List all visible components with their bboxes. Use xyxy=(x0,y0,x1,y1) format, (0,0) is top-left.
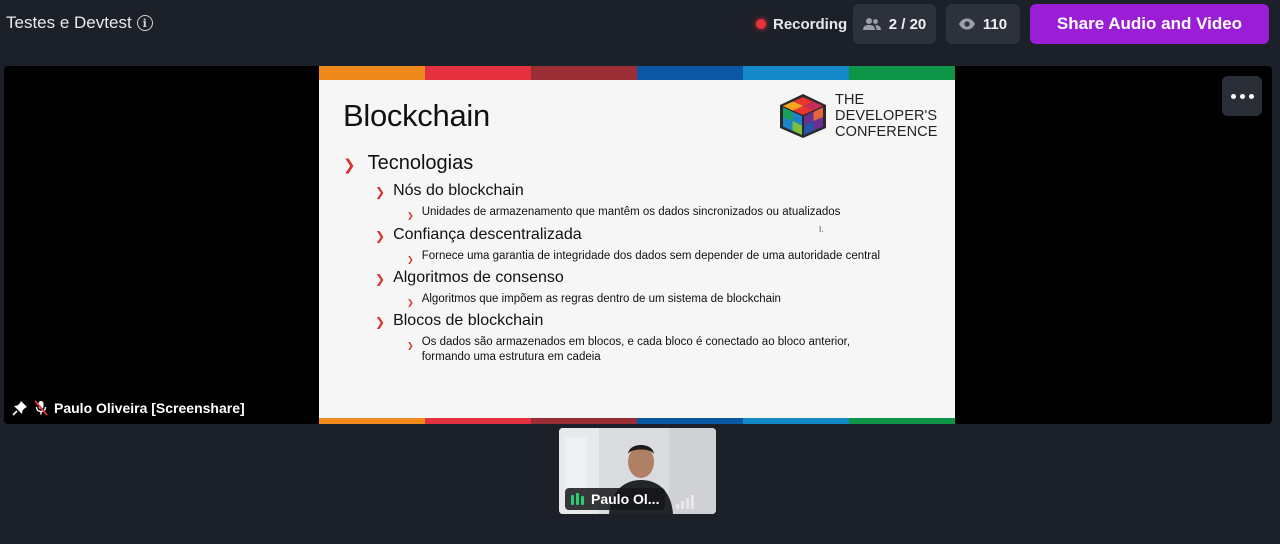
slide-bottom-stripe xyxy=(319,418,955,424)
bullet-text: Tecnologias xyxy=(367,152,474,174)
slide-top-stripe xyxy=(319,66,955,80)
meeting-title-text: Testes e Devtest xyxy=(6,13,132,32)
info-icon[interactable]: i xyxy=(136,15,153,31)
bullet-level-3: ❯ Algoritmos que impõem as regras dentro… xyxy=(407,292,927,310)
presentation-slide: Blockchain THE DEVELOPER'S CONFERENCE ❯ … xyxy=(319,66,955,424)
bullet-arrow-icon: ❯ xyxy=(375,229,386,243)
meeting-title: Testes e Devtest i xyxy=(6,13,153,33)
recording-label: Recording xyxy=(773,15,848,33)
signal-bar xyxy=(676,504,679,509)
bullet-arrow-icon: ❯ xyxy=(375,272,386,286)
bullet-level-1: ❯ Tecnologias xyxy=(343,152,473,175)
bullet-arrow-icon: ❯ xyxy=(375,315,386,329)
conference-logo: THE DEVELOPER'S CONFERENCE xyxy=(777,92,947,140)
mouse-cursor-icon: I. xyxy=(819,225,824,234)
people-icon xyxy=(862,18,881,30)
bullet-text: Algoritmos de consenso xyxy=(393,269,564,286)
cube-logo-icon xyxy=(780,94,826,138)
stripe-segment xyxy=(531,66,637,80)
stripe-segment xyxy=(743,66,849,80)
stripe-segment xyxy=(743,418,849,424)
pin-icon[interactable] xyxy=(12,400,28,416)
recording-dot-icon xyxy=(756,19,766,29)
stripe-segment xyxy=(425,418,531,424)
eye-icon xyxy=(958,18,975,30)
bullet-level-3: ❯ Fornece uma garantia de integridade do… xyxy=(407,249,927,267)
stripe-segment xyxy=(319,418,425,424)
presenter-name: Paulo Oliveira [Screenshare] xyxy=(54,400,245,416)
logo-line: DEVELOPER'S xyxy=(835,108,938,124)
bullet-text: Unidades de armazenamento que mantêm os … xyxy=(421,206,841,218)
more-dot xyxy=(1248,93,1254,99)
stripe-segment xyxy=(849,66,955,80)
viewers-count: 110 xyxy=(982,15,1008,33)
bullet-text: Fornece uma garantia de integridade dos … xyxy=(421,250,881,262)
bullet-level-2: ❯ Algoritmos de consenso xyxy=(375,269,564,287)
bullet-arrow-icon: ❯ xyxy=(407,298,414,307)
participants-button[interactable]: 2 / 20 xyxy=(853,4,936,44)
bullet-level-2: ❯ Nós do blockchain xyxy=(375,182,524,200)
slide-title: Blockchain xyxy=(343,98,490,133)
bullet-text: Blocos de blockchain xyxy=(393,312,544,329)
stripe-segment xyxy=(849,418,955,424)
more-options-button[interactable] xyxy=(1222,76,1262,116)
bullet-arrow-icon: ❯ xyxy=(343,156,356,174)
muted-mic-icon xyxy=(34,400,48,416)
viewers-button[interactable]: 110 xyxy=(946,4,1020,44)
bullet-level-2: ❯ Blocos de blockchain xyxy=(375,312,543,330)
stripe-segment xyxy=(531,418,637,424)
more-dot xyxy=(1239,93,1245,99)
bullet-level-3: ❯ Os dados são armazenados em blocos, e … xyxy=(407,335,897,365)
signal-strength-icon xyxy=(676,495,694,509)
participants-count: 2 / 20 xyxy=(888,15,927,33)
audio-level-icon xyxy=(571,493,584,505)
bullet-arrow-icon: ❯ xyxy=(375,185,386,199)
stripe-segment xyxy=(425,66,531,80)
more-dot xyxy=(1230,93,1236,99)
camera-name: Paulo Ol... xyxy=(591,491,660,507)
bullet-level-3: ❯ Unidades de armazenamento que mantêm o… xyxy=(407,205,927,223)
bullet-level-2: ❯ Confiança descentralizada xyxy=(375,226,582,244)
logo-line: CONFERENCE xyxy=(835,124,938,140)
stripe-segment xyxy=(319,66,425,80)
stripe-segment xyxy=(637,66,743,80)
bullet-text: Os dados são armazenados em blocos, e ca… xyxy=(421,336,851,363)
bullet-arrow-icon: ❯ xyxy=(407,341,414,350)
logo-line: THE xyxy=(835,92,865,108)
signal-bar xyxy=(691,495,694,509)
presenter-label: Paulo Oliveira [Screenshare] xyxy=(12,398,245,418)
logo-text: THE DEVELOPER'S CONFERENCE xyxy=(835,92,938,140)
signal-bar xyxy=(681,501,684,509)
signal-bar xyxy=(686,498,689,509)
top-bar: Testes e Devtest i Recording 2 / 20 110 … xyxy=(0,0,1280,48)
stripe-segment xyxy=(637,418,743,424)
bullet-text: Confiança descentralizada xyxy=(393,226,582,243)
recording-indicator: Recording xyxy=(756,14,847,34)
camera-name-label: Paulo Ol... xyxy=(565,488,665,510)
bullet-arrow-icon: ❯ xyxy=(407,255,414,264)
bullet-text: Nós do blockchain xyxy=(393,182,524,199)
share-audio-video-button[interactable]: Share Audio and Video xyxy=(1030,4,1269,44)
bullet-arrow-icon: ❯ xyxy=(407,211,414,220)
bullet-text: Algoritmos que impõem as regras dentro d… xyxy=(421,293,781,305)
